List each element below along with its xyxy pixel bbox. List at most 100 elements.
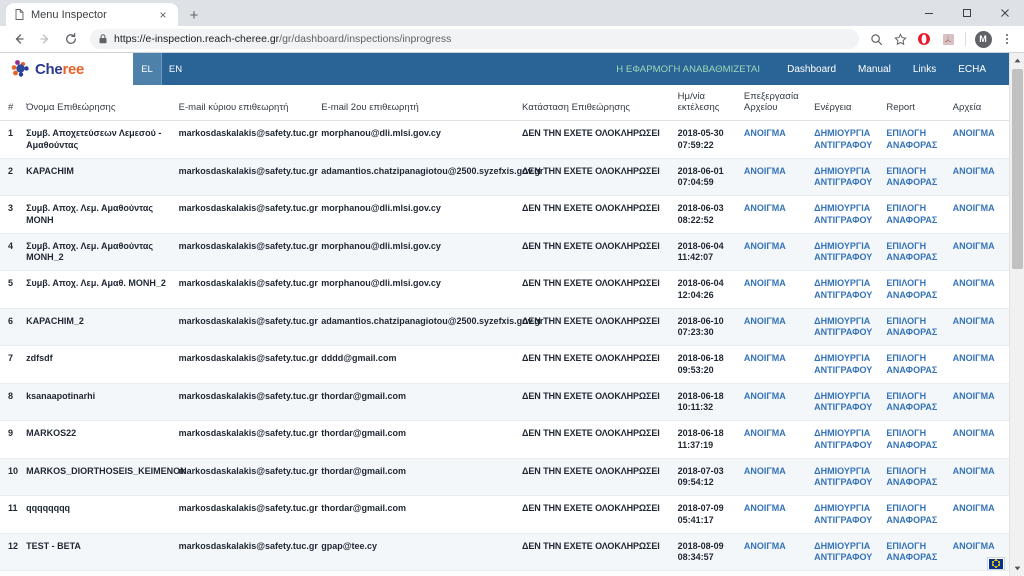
scroll-down-arrow-icon[interactable] <box>1010 561 1024 576</box>
cell-name: KAPACHIM <box>22 158 175 197</box>
browser-tab[interactable]: Menu Inspector × <box>6 3 178 26</box>
minimize-icon[interactable] <box>910 0 948 26</box>
open-file-link[interactable]: ΑΝΟΙΓΜΑ <box>744 128 806 139</box>
open-file-link[interactable]: ΑΝΟΙΓΜΑ <box>744 241 806 252</box>
create-copy-link[interactable]: ΔΗΜΙΟΥΡΓΙΑ ΑΝΤΙΓΡΑΦΟΥ <box>814 203 878 226</box>
open-files-link[interactable]: ΑΝΟΙΓΜΑ <box>953 353 1005 364</box>
cell-status: ΔΕΝ ΤΗΝ ΕΧΕΤΕ ΟΛΟΚΛΗΡΩΣΕΙ <box>518 158 674 197</box>
adobe-acrobat-icon[interactable] <box>937 28 959 50</box>
bookmark-star-icon[interactable] <box>889 28 911 50</box>
toolbar-divider <box>965 32 966 46</box>
open-files-link[interactable]: ΑΝΟΙΓΜΑ <box>953 503 1005 514</box>
nav-link-dashboard[interactable]: Dashboard <box>776 53 847 85</box>
select-report-link[interactable]: ΕΠΙΛΟΓΗ ΑΝΑΦΟΡΑΣ <box>886 241 944 264</box>
eu-flag-icon[interactable] <box>987 557 1005 570</box>
select-report-link[interactable]: ΕΠΙΛΟΓΗ ΑΝΑΦΟΡΑΣ <box>886 541 944 564</box>
open-file-link[interactable]: ΑΝΟΙΓΜΑ <box>744 541 806 552</box>
select-report-link[interactable]: ΕΠΙΛΟΓΗ ΑΝΑΦΟΡΑΣ <box>886 391 944 414</box>
open-files-link[interactable]: ΑΝΟΙΓΜΑ <box>953 128 1005 139</box>
cell-select-report-link: ΕΠΙΛΟΓΗ ΑΝΑΦΟΡΑΣ <box>882 233 949 272</box>
select-report-link[interactable]: ΕΠΙΛΟΓΗ ΑΝΑΦΟΡΑΣ <box>886 428 944 451</box>
select-report-link[interactable]: ΕΠΙΛΟΓΗ ΑΝΑΦΟΡΑΣ <box>886 278 944 301</box>
create-copy-link[interactable]: ΔΗΜΙΟΥΡΓΙΑ ΑΝΤΙΓΡΑΦΟΥ <box>814 503 878 526</box>
open-files-link[interactable]: ΑΝΟΙΓΜΑ <box>953 541 1005 552</box>
scrollbar-thumb[interactable] <box>1012 69 1023 269</box>
opera-extension-icon[interactable] <box>913 28 935 50</box>
back-arrow-icon[interactable] <box>6 27 32 51</box>
browser-toolbar: https://e-inspection.reach-cheree.gr/gr/… <box>0 26 1024 53</box>
select-report-link[interactable]: ΕΠΙΛΟΓΗ ΑΝΑΦΟΡΑΣ <box>886 353 944 376</box>
col-header-files: Αρχεία <box>948 85 1009 122</box>
cell-open-file-link: ΑΝΟΙΓΜΑ <box>739 458 811 497</box>
select-report-link[interactable]: ΕΠΙΛΟΓΗ ΑΝΑΦΟΡΑΣ <box>886 466 944 489</box>
open-file-link[interactable]: ΑΝΟΙΓΜΑ <box>744 353 806 364</box>
open-file-link[interactable]: ΑΝΟΙΓΜΑ <box>744 166 806 177</box>
select-report-link[interactable]: ΕΠΙΛΟΓΗ ΑΝΑΦΟΡΑΣ <box>886 503 944 526</box>
cell-name: TEST - BETA <box>22 533 175 572</box>
open-file-link[interactable]: ΑΝΟΙΓΜΑ <box>744 316 806 327</box>
new-tab-button[interactable]: + <box>182 4 206 26</box>
select-report-link[interactable]: ΕΠΙΛΟΓΗ ΑΝΑΦΟΡΑΣ <box>886 203 944 226</box>
create-copy-link[interactable]: ΔΗΜΙΟΥΡΓΙΑ ΑΝΤΙΓΡΑΦΟΥ <box>814 241 878 264</box>
cell-number: 8 <box>0 383 23 422</box>
tab-strip: Menu Inspector × + <box>0 0 206 26</box>
cell-open-files-link: ΑΝΟΙΓΜΑ <box>948 383 1009 422</box>
cell-number: 5 <box>0 270 23 309</box>
select-report-link[interactable]: ΕΠΙΛΟΓΗ ΑΝΑΦΟΡΑΣ <box>886 166 944 189</box>
create-copy-link[interactable]: ΔΗΜΙΟΥΡΓΙΑ ΑΝΤΙΓΡΑΦΟΥ <box>814 391 878 414</box>
maximize-icon[interactable] <box>948 0 986 26</box>
avatar[interactable]: M <box>972 28 994 50</box>
open-files-link[interactable]: ΑΝΟΙΓΜΑ <box>953 278 1005 289</box>
create-copy-link[interactable]: ΔΗΜΙΟΥΡΓΙΑ ΑΝΤΙΓΡΑΦΟΥ <box>814 353 878 376</box>
create-copy-link[interactable]: ΔΗΜΙΟΥΡΓΙΑ ΑΝΤΙΓΡΑΦΟΥ <box>814 166 878 189</box>
nav-link-manual[interactable]: Manual <box>847 53 902 85</box>
cell-create-copy-link: ΔΗΜΙΟΥΡΓΙΑ ΑΝΤΙΓΡΑΦΟΥ <box>810 308 883 347</box>
brand-logo-area[interactable]: Cheree <box>0 53 133 85</box>
open-file-link[interactable]: ΑΝΟΙΓΜΑ <box>744 466 806 477</box>
create-copy-link[interactable]: ΔΗΜΙΟΥΡΓΙΑ ΑΝΤΙΓΡΑΦΟΥ <box>814 466 878 489</box>
create-copy-link[interactable]: ΔΗΜΙΟΥΡΓΙΑ ΑΝΤΙΓΡΑΦΟΥ <box>814 316 878 339</box>
select-report-link[interactable]: ΕΠΙΛΟΓΗ ΑΝΑΦΟΡΑΣ <box>886 316 944 339</box>
open-file-link[interactable]: ΑΝΟΙΓΜΑ <box>744 278 806 289</box>
brand-name-part2: ree <box>62 60 85 78</box>
close-icon[interactable]: × <box>156 8 170 22</box>
cell-open-file-link: ΑΝΟΙΓΜΑ <box>739 495 811 534</box>
cell-open-files-link: ΑΝΟΙΓΜΑ <box>948 120 1009 159</box>
search-icon[interactable] <box>865 28 887 50</box>
open-file-link[interactable]: ΑΝΟΙΓΜΑ <box>744 391 806 402</box>
create-copy-link[interactable]: ΔΗΜΙΟΥΡΓΙΑ ΑΝΤΙΓΡΑΦΟΥ <box>814 541 878 564</box>
select-report-link[interactable]: ΕΠΙΛΟΓΗ ΑΝΑΦΟΡΑΣ <box>886 128 944 151</box>
address-bar[interactable]: https://e-inspection.reach-cheree.gr/gr/… <box>90 29 859 49</box>
create-copy-link[interactable]: ΔΗΜΙΟΥΡΓΙΑ ΑΝΤΙΓΡΑΦΟΥ <box>814 428 878 451</box>
web-page: Cheree EL EN Η ΕΦΑΡΜΟΓΗ ΑΝΑΒΑΘΜΙΖΕΤΑΙ Da… <box>0 53 1009 576</box>
open-files-link[interactable]: ΑΝΟΙΓΜΑ <box>953 466 1005 477</box>
open-files-link[interactable]: ΑΝΟΙΓΜΑ <box>953 316 1005 327</box>
open-file-link[interactable]: ΑΝΟΙΓΜΑ <box>744 203 806 214</box>
nav-link-links[interactable]: Links <box>902 53 947 85</box>
scroll-up-arrow-icon[interactable] <box>1010 53 1024 68</box>
page-scrollbar[interactable] <box>1009 53 1024 576</box>
eu-star <box>998 564 1000 566</box>
close-window-icon[interactable] <box>986 0 1024 26</box>
lang-switch-en[interactable]: EN <box>161 53 189 85</box>
page-icon <box>14 9 25 20</box>
open-files-link[interactable]: ΑΝΟΙΓΜΑ <box>953 428 1005 439</box>
forward-arrow-icon[interactable] <box>32 27 58 51</box>
open-file-link[interactable]: ΑΝΟΙΓΜΑ <box>744 503 806 514</box>
cell-number: 11 <box>0 495 23 534</box>
open-file-link[interactable]: ΑΝΟΙΓΜΑ <box>744 428 806 439</box>
cell-create-copy-link: ΔΗΜΙΟΥΡΓΙΑ ΑΝΤΙΓΡΑΦΟΥ <box>810 570 883 576</box>
cell-create-copy-link: ΔΗΜΙΟΥΡΓΙΑ ΑΝΤΙΓΡΑΦΟΥ <box>810 195 883 234</box>
kebab-menu-icon[interactable] <box>996 28 1018 50</box>
create-copy-link[interactable]: ΔΗΜΙΟΥΡΓΙΑ ΑΝΤΙΓΡΑΦΟΥ <box>814 278 878 301</box>
open-files-link[interactable]: ΑΝΟΙΓΜΑ <box>953 166 1005 177</box>
open-files-link[interactable]: ΑΝΟΙΓΜΑ <box>953 391 1005 402</box>
open-files-link[interactable]: ΑΝΟΙΓΜΑ <box>953 203 1005 214</box>
open-files-link[interactable]: ΑΝΟΙΓΜΑ <box>953 241 1005 252</box>
cell-status: ΔΕΝ ΤΗΝ ΕΧΕΤΕ ΟΛΟΚΛΗΡΩΣΕΙ <box>518 308 674 347</box>
nav-link-echa[interactable]: ECHA <box>947 53 997 85</box>
create-copy-link[interactable]: ΔΗΜΙΟΥΡΓΙΑ ΑΝΤΙΓΡΑΦΟΥ <box>814 128 878 151</box>
cell-name: zdfsdf <box>22 345 175 384</box>
reload-icon[interactable] <box>58 27 84 51</box>
lang-switch-el[interactable]: EL <box>133 53 161 85</box>
